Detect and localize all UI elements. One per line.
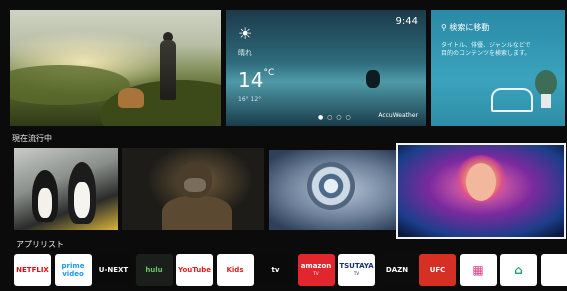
app-tile-u-next[interactable]: U-NEXT — [95, 254, 132, 286]
app-tile-apps-grid-icon[interactable]: ▦ — [459, 254, 497, 286]
plant-figure — [535, 70, 557, 96]
app-label: DAZN — [385, 266, 409, 274]
apps-section-label: アプリリスト — [16, 240, 64, 249]
app-label: NETFLIX — [16, 266, 49, 274]
figure-body — [162, 196, 232, 230]
penguin-belly — [74, 182, 90, 218]
weather-high-low: 16° 12° — [238, 96, 262, 103]
app-tile-hulu[interactable]: hulu — [135, 254, 173, 286]
app-label: tv — [271, 266, 280, 274]
app-tile-amazon[interactable]: amazon TV — [297, 254, 335, 286]
penguin-belly — [38, 188, 52, 218]
clock-time: 9:44 — [395, 16, 418, 27]
search-card[interactable]: ⚲ 検索に移動 タイトル、俳優、ジャンルなどで目的のコンテンツを検索します。 — [431, 10, 565, 126]
abstract-orb — [307, 162, 355, 210]
page-dots: ● ○ ○ ○ — [318, 114, 352, 121]
rock-figure — [366, 70, 380, 88]
trending-item-portrait-selected[interactable] — [396, 143, 566, 239]
gas-mask-figure — [184, 178, 206, 192]
search-description: タイトル、俳優、ジャンルなどで目的のコンテンツを検索します。 — [441, 42, 531, 57]
weather-brand: AccuWeather — [378, 112, 418, 119]
app-tile-tv[interactable]: tv — [257, 254, 294, 286]
app-label: UFC — [429, 266, 446, 274]
app-tile-kids[interactable]: Kids — [216, 254, 254, 286]
app-tile-prime-video[interactable]: prime video — [54, 254, 92, 286]
portrait-face — [466, 163, 496, 201]
trending-item-masked-figure[interactable] — [122, 148, 264, 230]
app-label: Kids — [226, 266, 244, 274]
chair-figure — [491, 88, 533, 112]
apps-grid-icon: ▦ — [472, 263, 484, 277]
app-tile-netflix[interactable]: NETFLIX — [14, 254, 51, 286]
app-label: amazon TV — [300, 262, 332, 276]
hiker-figure — [160, 40, 176, 100]
search-icon: ⚲ — [441, 23, 447, 32]
app-tile-home-circle-icon[interactable]: ⌂ — [500, 254, 537, 286]
app-label: U-NEXT — [98, 266, 129, 274]
weather-card[interactable]: ☀ 晴れ 14°C 16° 12° 9:44 ● ○ ○ ○ AccuWeath… — [226, 10, 426, 126]
app-label: prime video — [61, 262, 85, 278]
home-circle-icon: ⌂ — [514, 263, 523, 277]
sun-icon: ☀ — [238, 24, 253, 43]
app-label: hulu — [145, 266, 163, 274]
trending-section-label: 現在流行中 — [12, 134, 52, 143]
weather-temperature: 14°C — [238, 68, 275, 92]
trending-item-abstract[interactable] — [269, 150, 399, 230]
trending-item-penguins[interactable] — [14, 148, 118, 230]
search-row: ⚲ 検索に移動 — [441, 22, 489, 33]
app-label: YouTube — [178, 266, 211, 274]
app-tile-blank[interactable] — [540, 254, 567, 286]
search-label: 検索に移動 — [449, 23, 490, 32]
app-tile-dazn[interactable]: DAZN — [378, 254, 416, 286]
weather-condition: 晴れ — [238, 49, 252, 57]
dog-figure — [118, 88, 144, 108]
app-label: TSUTAYA TV — [339, 262, 374, 276]
app-sublabel: TV — [353, 271, 360, 276]
app-sublabel: TV — [313, 271, 319, 276]
featured-hero-card[interactable] — [10, 10, 221, 126]
app-tile-tsutaya[interactable]: TSUTAYA TV — [338, 254, 375, 286]
pot-figure — [541, 94, 551, 108]
app-tile-ufc[interactable]: UFC — [419, 254, 456, 286]
app-tile-youtube[interactable]: YouTube — [176, 254, 213, 286]
